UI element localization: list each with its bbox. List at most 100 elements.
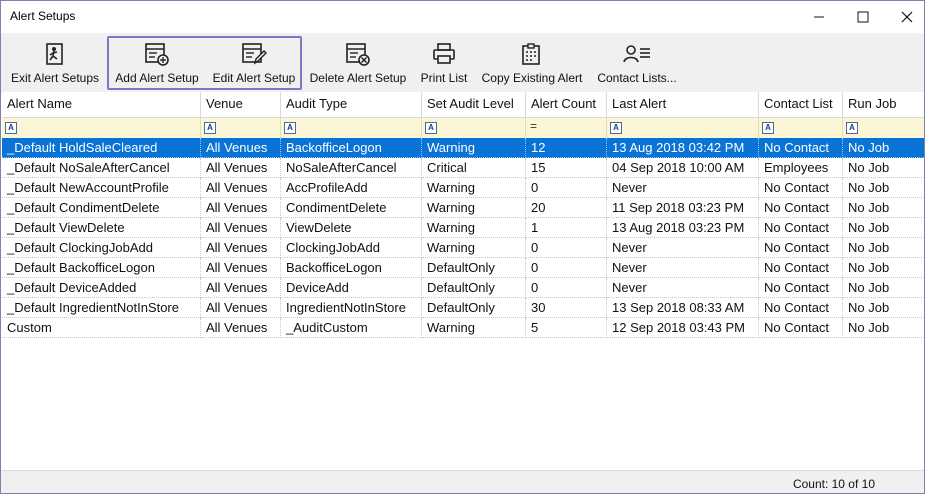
cell-last-alert[interactable]: Never <box>607 238 759 258</box>
cell-set-audit-level[interactable]: Critical <box>422 158 526 178</box>
column-header-venue[interactable]: Venue <box>201 92 281 118</box>
cell-run-job[interactable]: No Job <box>843 238 924 258</box>
cell-set-audit-level[interactable]: DefaultOnly <box>422 258 526 278</box>
cell-run-job[interactable]: No Job <box>843 178 924 198</box>
cell-contact-list[interactable]: No Contact <box>759 238 843 258</box>
cell-last-alert[interactable]: 13 Aug 2018 03:42 PM <box>607 138 759 158</box>
column-header-contact-list[interactable]: Contact List <box>759 92 843 118</box>
filter-audit-type[interactable]: A <box>281 118 422 138</box>
cell-alert-name[interactable]: _Default CondimentDelete <box>2 198 201 218</box>
cell-audit-type[interactable]: DeviceAdd <box>281 278 422 298</box>
cell-run-job[interactable]: No Job <box>843 218 924 238</box>
filter-venue[interactable]: A <box>201 118 281 138</box>
cell-set-audit-level[interactable]: Warning <box>422 178 526 198</box>
cell-last-alert[interactable]: 04 Sep 2018 10:00 AM <box>607 158 759 178</box>
cell-audit-type[interactable]: ViewDelete <box>281 218 422 238</box>
cell-alert-name[interactable]: _Default ClockingJobAdd <box>2 238 201 258</box>
column-header-last-alert[interactable]: Last Alert <box>607 92 759 118</box>
column-header-alert-count[interactable]: Alert Count <box>526 92 607 118</box>
table-row[interactable]: _Default IngredientNotInStore All Venues I… <box>2 298 924 318</box>
cell-run-job[interactable]: No Job <box>843 278 924 298</box>
cell-last-alert[interactable]: 11 Sep 2018 03:23 PM <box>607 198 759 218</box>
cell-audit-type[interactable]: ClockingJobAdd <box>281 238 422 258</box>
cell-venue[interactable]: All Venues <box>201 258 281 278</box>
cell-alert-count[interactable]: 5 <box>526 318 607 338</box>
cell-contact-list[interactable]: Employees <box>759 158 843 178</box>
column-header-alert-name[interactable]: Alert Name <box>2 92 201 118</box>
cell-alert-name[interactable]: _Default IngredientNotInStore <box>2 298 201 318</box>
cell-alert-name[interactable]: _Default DeviceAdded <box>2 278 201 298</box>
cell-alert-count[interactable]: 0 <box>526 278 607 298</box>
cell-last-alert[interactable]: 13 Aug 2018 03:23 PM <box>607 218 759 238</box>
cell-run-job[interactable]: No Job <box>843 318 924 338</box>
cell-last-alert[interactable]: 13 Sep 2018 08:33 AM <box>607 298 759 318</box>
cell-contact-list[interactable]: No Contact <box>759 138 843 158</box>
cell-audit-type[interactable]: IngredientNotInStore <box>281 298 422 318</box>
cell-venue[interactable]: All Venues <box>201 198 281 218</box>
cell-audit-type[interactable]: BackofficeLogon <box>281 138 422 158</box>
cell-set-audit-level[interactable]: DefaultOnly <box>422 278 526 298</box>
cell-venue[interactable]: All Venues <box>201 318 281 338</box>
cell-venue[interactable]: All Venues <box>201 238 281 258</box>
filter-last-alert[interactable]: A <box>607 118 759 138</box>
cell-audit-type[interactable]: _AuditCustom <box>281 318 422 338</box>
filter-run-job[interactable]: A <box>843 118 924 138</box>
cell-contact-list[interactable]: No Contact <box>759 258 843 278</box>
cell-alert-count[interactable]: 0 <box>526 178 607 198</box>
cell-last-alert[interactable]: Never <box>607 178 759 198</box>
cell-alert-count[interactable]: 0 <box>526 238 607 258</box>
table-row[interactable]: Custom All Venues _AuditCustom Warning 5 12 S… <box>2 318 924 338</box>
cell-venue[interactable]: All Venues <box>201 158 281 178</box>
cell-alert-name[interactable]: _Default NewAccountProfile <box>2 178 201 198</box>
table-row[interactable]: _Default NewAccountProfile All Venues AccP… <box>2 178 924 198</box>
cell-alert-name[interactable]: _Default NoSaleAfterCancel <box>2 158 201 178</box>
cell-venue[interactable]: All Venues <box>201 138 281 158</box>
cell-alert-count[interactable]: 15 <box>526 158 607 178</box>
cell-alert-name[interactable]: _Default HoldSaleCleared <box>2 138 201 158</box>
cell-venue[interactable]: All Venues <box>201 218 281 238</box>
cell-alert-count[interactable]: 30 <box>526 298 607 318</box>
cell-alert-count[interactable]: 1 <box>526 218 607 238</box>
cell-alert-count[interactable]: 20 <box>526 198 607 218</box>
cell-venue[interactable]: All Venues <box>201 278 281 298</box>
maximize-button[interactable] <box>842 1 884 33</box>
table-row[interactable]: _Default HoldSaleCleared All Venues Backof… <box>2 138 924 158</box>
filter-alert-name[interactable]: A <box>2 118 201 138</box>
table-row[interactable]: _Default NoSaleAfterCancel All Venues NoSa… <box>2 158 924 178</box>
table-row[interactable]: _Default DeviceAdded All Venues DeviceAdd D… <box>2 278 924 298</box>
cell-set-audit-level[interactable]: Warning <box>422 218 526 238</box>
cell-alert-count[interactable]: 0 <box>526 258 607 278</box>
cell-audit-type[interactable]: AccProfileAdd <box>281 178 422 198</box>
cell-run-job[interactable]: No Job <box>843 258 924 278</box>
contact-lists-button[interactable]: Contact Lists... <box>593 33 681 92</box>
table-row[interactable]: _Default ViewDelete All Venues ViewDelete W… <box>2 218 924 238</box>
filter-set-audit-level[interactable]: A <box>422 118 526 138</box>
cell-alert-count[interactable]: 12 <box>526 138 607 158</box>
filter-contact-list[interactable]: A <box>759 118 843 138</box>
cell-set-audit-level[interactable]: DefaultOnly <box>422 298 526 318</box>
cell-alert-name[interactable]: _Default ViewDelete <box>2 218 201 238</box>
minimize-button[interactable] <box>798 1 840 33</box>
cell-audit-type[interactable]: NoSaleAfterCancel <box>281 158 422 178</box>
close-button[interactable] <box>886 1 924 33</box>
cell-run-job[interactable]: No Job <box>843 158 924 178</box>
column-header-set-audit-level[interactable]: Set Audit Level <box>422 92 526 118</box>
print-list-button[interactable]: Print List <box>415 33 473 92</box>
cell-venue[interactable]: All Venues <box>201 298 281 318</box>
cell-contact-list[interactable]: No Contact <box>759 298 843 318</box>
cell-contact-list[interactable]: No Contact <box>759 278 843 298</box>
exit-alert-setups-button[interactable]: Exit Alert Setups <box>7 33 103 92</box>
cell-alert-name[interactable]: Custom <box>2 318 201 338</box>
cell-last-alert[interactable]: Never <box>607 278 759 298</box>
copy-existing-alert-button[interactable]: Copy Existing Alert <box>477 33 587 92</box>
cell-contact-list[interactable]: No Contact <box>759 318 843 338</box>
filter-alert-count[interactable]: = <box>526 118 607 138</box>
cell-set-audit-level[interactable]: Warning <box>422 198 526 218</box>
column-header-run-job[interactable]: Run Job <box>843 92 924 118</box>
cell-last-alert[interactable]: 12 Sep 2018 03:43 PM <box>607 318 759 338</box>
cell-run-job[interactable]: No Job <box>843 138 924 158</box>
cell-run-job[interactable]: No Job <box>843 198 924 218</box>
cell-set-audit-level[interactable]: Warning <box>422 138 526 158</box>
cell-contact-list[interactable]: No Contact <box>759 198 843 218</box>
table-row[interactable]: _Default CondimentDelete All Venues Condim… <box>2 198 924 218</box>
